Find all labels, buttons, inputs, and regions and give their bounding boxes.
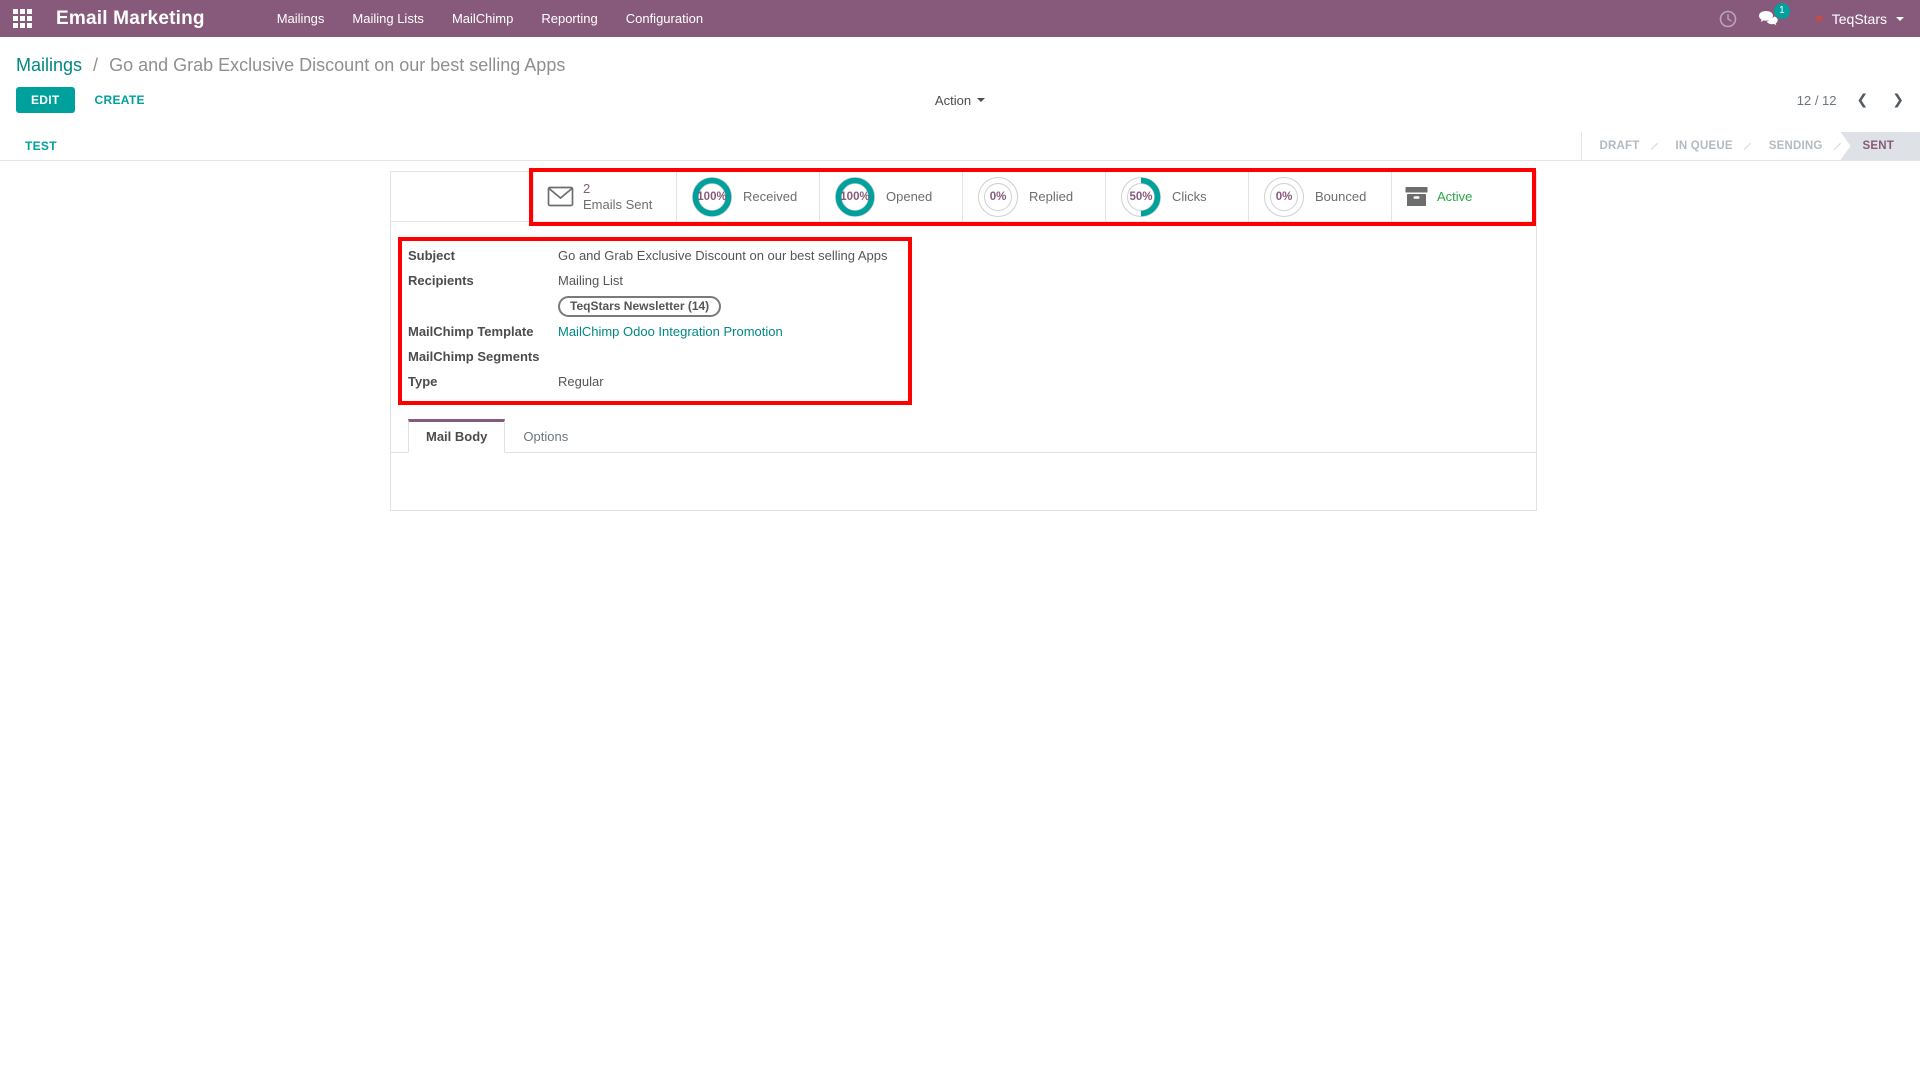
stage-sent[interactable]: SENT — [1841, 132, 1920, 160]
bounced-label: Bounced — [1315, 189, 1366, 204]
field-recipients: Recipients Mailing List — [408, 271, 1536, 291]
create-button[interactable]: CREATE — [95, 93, 145, 107]
type-label: Type — [408, 372, 558, 392]
mailing-list-tag: TeqStars Newsletter (14) — [558, 296, 721, 317]
pager-next-button[interactable]: ❯ — [1892, 92, 1904, 108]
opened-button[interactable]: 100% Opened — [819, 172, 962, 221]
field-mailchimp-template: MailChimp Template MailChimp Odoo Integr… — [408, 322, 1536, 342]
control-panel-left: EDIT CREATE — [16, 87, 935, 113]
messages-icon[interactable]: 1 — [1758, 10, 1779, 27]
received-button[interactable]: 100% Received — [676, 172, 819, 221]
mail-body-content — [391, 453, 1536, 510]
field-mailchimp-segments: MailChimp Segments — [408, 347, 1536, 367]
recipients-label: Recipients — [408, 271, 558, 291]
tab-options[interactable]: Options — [505, 419, 586, 453]
opened-label: Opened — [886, 189, 932, 204]
emails-sent-label: Emails Sent — [583, 197, 652, 213]
stage-draft[interactable]: DRAFT — [1582, 132, 1658, 160]
mailing-fields: Subject Go and Grab Exclusive Discount o… — [391, 222, 1536, 392]
app-title: Email Marketing — [56, 8, 205, 30]
breadcrumb-current: Go and Grab Exclusive Discount on our be… — [109, 55, 565, 75]
field-recipients-tag: TeqStars Newsletter (14) — [408, 296, 1536, 317]
replied-percent: 0% — [976, 175, 1020, 219]
opened-percent: 100% — [833, 175, 877, 219]
menu-reporting[interactable]: Reporting — [527, 0, 611, 37]
received-progress-ring: 100% — [690, 175, 734, 219]
active-toggle-button[interactable]: Active — [1391, 172, 1536, 221]
stat-buttons-row: 2 Emails Sent 100% Received — [391, 172, 1536, 222]
emails-sent-count: 2 — [583, 181, 652, 197]
user-name: TeqStars — [1832, 11, 1887, 27]
replied-progress-ring: 0% — [976, 175, 1020, 219]
chevron-down-icon — [977, 98, 985, 102]
chevron-down-icon — [1896, 17, 1904, 21]
clicks-progress-ring: 50% — [1119, 175, 1163, 219]
received-label: Received — [743, 189, 797, 204]
stage-sending[interactable]: SENDING — [1751, 132, 1841, 160]
menu-mailchimp[interactable]: MailChimp — [438, 0, 527, 37]
subject-value: Go and Grab Exclusive Discount on our be… — [558, 246, 888, 266]
statusbar: TEST DRAFT IN QUEUE SENDING SENT — [0, 132, 1920, 161]
status-stages: DRAFT IN QUEUE SENDING SENT — [1581, 132, 1920, 160]
topbar-right: 1 ✶ TeqStars — [1719, 10, 1920, 28]
company-logo-icon: ✶ — [1814, 12, 1825, 25]
email-marketing-page: Email Marketing Mailings Mailing Lists M… — [0, 0, 1920, 1080]
notebook-tabs: Mail Body Options — [391, 419, 1536, 453]
type-value: Regular — [558, 372, 604, 392]
top-navbar: Email Marketing Mailings Mailing Lists M… — [0, 0, 1920, 37]
stage-in-queue[interactable]: IN QUEUE — [1658, 132, 1751, 160]
recipients-value: Mailing List — [558, 271, 623, 291]
bounced-percent: 0% — [1262, 175, 1306, 219]
apps-grid-icon — [13, 9, 32, 28]
breadcrumb-mailings-link[interactable]: Mailings — [16, 55, 82, 75]
tab-mail-body[interactable]: Mail Body — [408, 419, 505, 453]
template-label: MailChimp Template — [408, 322, 558, 342]
pager-value: 12 / 12 — [1797, 93, 1837, 108]
field-type: Type Regular — [408, 372, 1536, 392]
stat-row-spacer — [391, 172, 533, 221]
mailing-form-sheet: 2 Emails Sent 100% Received — [390, 171, 1537, 511]
bounced-button[interactable]: 0% Bounced — [1248, 172, 1391, 221]
bounced-progress-ring: 0% — [1262, 175, 1306, 219]
clicks-button[interactable]: 50% Clicks — [1105, 172, 1248, 221]
replied-button[interactable]: 0% Replied — [962, 172, 1105, 221]
control-panel: EDIT CREATE Action 12 / 12 ❮ ❯ — [0, 77, 1920, 113]
subject-label: Subject — [408, 246, 558, 266]
clicks-label: Clicks — [1172, 189, 1207, 204]
replied-label: Replied — [1029, 189, 1073, 204]
activities-clock-icon[interactable] — [1719, 10, 1737, 28]
action-dropdown-label: Action — [935, 93, 971, 108]
pager: 12 / 12 ❮ ❯ — [1797, 92, 1904, 108]
received-percent: 100% — [690, 175, 734, 219]
menu-mailings[interactable]: Mailings — [263, 0, 339, 37]
opened-progress-ring: 100% — [833, 175, 877, 219]
active-label: Active — [1437, 189, 1472, 204]
main-menu: Mailings Mailing Lists MailChimp Reporti… — [263, 0, 717, 37]
breadcrumb-separator: / — [93, 55, 98, 75]
apps-menu-button[interactable] — [0, 0, 44, 37]
mailchimp-template-link[interactable]: MailChimp Odoo Integration Promotion — [558, 322, 783, 342]
pager-previous-button[interactable]: ❮ — [1857, 92, 1869, 108]
menu-configuration[interactable]: Configuration — [612, 0, 717, 37]
segments-label: MailChimp Segments — [408, 347, 558, 367]
menu-mailing-lists[interactable]: Mailing Lists — [338, 0, 438, 37]
field-subject: Subject Go and Grab Exclusive Discount o… — [408, 246, 1536, 266]
test-button[interactable]: TEST — [25, 139, 57, 153]
breadcrumb: Mailings / Go and Grab Exclusive Discoun… — [0, 37, 1920, 77]
edit-button[interactable]: EDIT — [16, 87, 75, 113]
user-menu[interactable]: ✶ TeqStars — [1814, 11, 1904, 27]
messages-count-badge: 1 — [1774, 3, 1790, 19]
content-area: 2 Emails Sent 100% Received — [0, 161, 1920, 511]
envelope-icon — [547, 186, 574, 207]
archive-icon — [1405, 186, 1428, 207]
action-dropdown[interactable]: Action — [935, 93, 985, 108]
emails-sent-button[interactable]: 2 Emails Sent — [533, 172, 676, 221]
clicks-percent: 50% — [1119, 175, 1163, 219]
